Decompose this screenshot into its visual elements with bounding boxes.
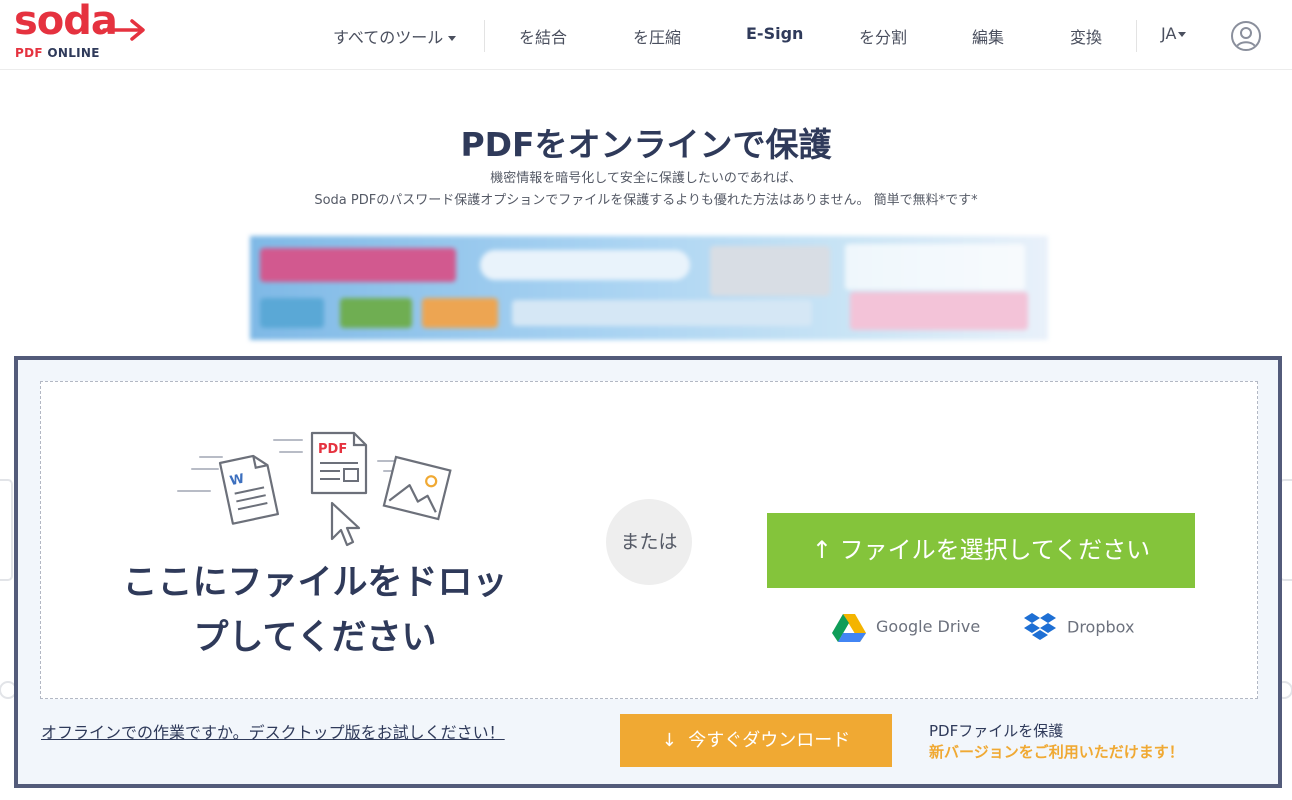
- page-title: PDFをオンラインで保護: [460, 125, 832, 164]
- nav-divider: [1136, 20, 1137, 52]
- dropbox-button[interactable]: Dropbox: [1023, 612, 1134, 644]
- desktop-version-link[interactable]: オフラインでの作業ですか。デスクトップ版をお試しください！: [41, 719, 505, 743]
- page-subtitle-line-1: 機密情報を暗号化して安全に保護したいのであれば、: [490, 171, 802, 186]
- chevron-down-icon: [1178, 32, 1187, 37]
- language-selector[interactable]: JA: [1161, 24, 1187, 43]
- nav-esign[interactable]: E-Sign: [746, 24, 803, 43]
- word-document-icon: W: [218, 454, 279, 525]
- cursor-icon: [330, 501, 361, 547]
- or-separator: または: [606, 499, 692, 585]
- user-icon: [1235, 27, 1257, 49]
- google-drive-button[interactable]: Google Drive: [832, 612, 980, 644]
- nav-divider: [484, 20, 485, 52]
- image-file-icon: [382, 455, 452, 521]
- google-drive-icon: [832, 613, 866, 642]
- drop-files-text: ここにファイルをドロッ プしてください: [122, 563, 508, 658]
- top-navbar: soda PDF ONLINE すべてのツール を結合 を圧縮 E-Sign を…: [0, 0, 1292, 70]
- arrow-up-icon: ↑: [811, 536, 832, 564]
- svg-text:W: W: [229, 471, 246, 489]
- file-types-illustration: W PDF: [177, 431, 452, 547]
- pdf-document-icon: PDF: [310, 431, 368, 495]
- new-version-notice[interactable]: 新バージョンをご利用いただけます！: [929, 741, 1184, 762]
- chevron-down-icon: [448, 36, 457, 41]
- nav-compress[interactable]: を圧縮: [633, 24, 681, 48]
- nav-convert[interactable]: 変換: [1070, 24, 1102, 48]
- nav-all-tools[interactable]: すべてのツール: [333, 24, 457, 48]
- arrow-down-icon: ↓: [661, 730, 677, 751]
- page-subtitle-line-2: Soda PDFのパスワード保護オプションでファイルを保護するよりも優れた方法は…: [314, 193, 978, 208]
- advertisement-banner[interactable]: [250, 236, 1048, 340]
- svg-text:PDF: PDF: [318, 442, 347, 457]
- protect-pdf-label: PDFファイルを保護: [929, 722, 1064, 740]
- nav-split[interactable]: を分割: [859, 24, 907, 48]
- download-now-button[interactable]: ↓ 今すぐダウンロード: [620, 714, 892, 767]
- main-nav: すべてのツール を結合 を圧縮 E-Sign を分割 編集 変換 JA: [0, 0, 1292, 70]
- nav-merge[interactable]: を結合: [519, 24, 567, 48]
- choose-file-button[interactable]: ↑ ファイルを選択してください: [767, 513, 1195, 588]
- dropbox-icon: [1024, 613, 1056, 640]
- nav-edit[interactable]: 編集: [972, 24, 1004, 48]
- user-account-icon[interactable]: [1231, 21, 1261, 51]
